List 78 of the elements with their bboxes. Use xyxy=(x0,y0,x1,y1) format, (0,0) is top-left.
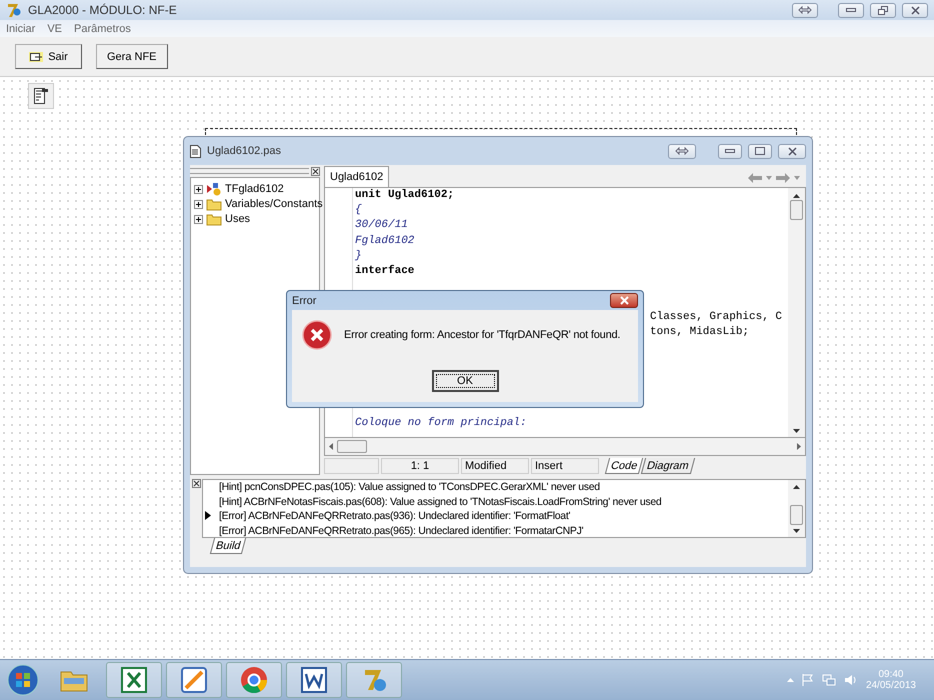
error-message: Error creating form: Ancestor for 'TfqrDANFeQR' not found. xyxy=(344,329,620,341)
pointer-icon xyxy=(205,511,211,520)
form-component-icon[interactable] xyxy=(28,83,54,109)
menu-item[interactable]: Parâmetros xyxy=(74,22,131,34)
close-icon xyxy=(620,296,628,305)
close-icon[interactable] xyxy=(311,166,320,176)
error-icon xyxy=(302,320,332,350)
horizontal-scrollbar[interactable] xyxy=(324,438,806,456)
close-button[interactable] xyxy=(778,144,806,158)
toggle-button[interactable] xyxy=(792,2,818,18)
folder-icon xyxy=(206,198,222,210)
expand-icon[interactable] xyxy=(194,214,203,224)
message-line[interactable]: [Error] ACBrNFeDANFeQRRetrato.pas(936): Undeclared identifier: 'FormatFloat' xyxy=(219,510,570,522)
ok-button[interactable]: OK xyxy=(432,370,498,392)
class-icon xyxy=(206,182,222,196)
message-line[interactable]: [Hint] ACBrNFeNotasFiscais.pas(608): Value assigned to 'TNotasFiscais.LoadFromString' never used xyxy=(219,496,662,508)
close-button[interactable] xyxy=(610,293,638,308)
restore-button[interactable] xyxy=(870,2,896,18)
door-exit-icon xyxy=(29,52,44,62)
scroll-thumb[interactable] xyxy=(790,200,803,220)
double-arrow-icon xyxy=(798,6,812,14)
app-logo-icon xyxy=(6,2,22,18)
expand-icon[interactable] xyxy=(194,184,203,194)
scroll-left-icon[interactable] xyxy=(329,443,333,450)
status-panel xyxy=(324,458,379,474)
modified-status: Modified xyxy=(461,458,529,474)
scroll-thumb[interactable] xyxy=(790,505,803,525)
restore-icon xyxy=(878,6,888,14)
scroll-thumb[interactable] xyxy=(337,440,367,453)
vertical-scrollbar[interactable] xyxy=(788,480,805,537)
maximize-icon xyxy=(755,147,765,155)
taskbar-button[interactable] xyxy=(106,662,162,698)
menu-item[interactable]: VE xyxy=(47,22,62,34)
view-tab[interactable]: Diagram xyxy=(641,458,696,474)
minimize-icon xyxy=(725,149,735,153)
scroll-up-icon[interactable] xyxy=(793,485,800,489)
message-line[interactable]: [Error] ACBrNFeDANFeQRRetrato.pas(965): Undeclared identifier: 'FormatarCNPJ' xyxy=(219,524,584,537)
menu-item[interactable]: Iniciar xyxy=(6,22,36,34)
scroll-right-icon[interactable] xyxy=(797,443,801,450)
folder-icon xyxy=(206,212,222,226)
tree-item[interactable]: Uses xyxy=(225,213,250,225)
browser-icon xyxy=(240,666,268,694)
view-tab[interactable]: Code xyxy=(604,458,644,474)
tree-item[interactable]: Variables/Constants xyxy=(225,198,323,210)
taskbar-button[interactable] xyxy=(226,662,282,698)
document-icon xyxy=(190,144,201,158)
tree-item[interactable]: TFglad6102 xyxy=(225,183,284,195)
dialog-title: Error xyxy=(292,294,316,306)
minimize-icon xyxy=(846,8,856,12)
cursor-position: 1: 1 xyxy=(381,458,459,474)
close-icon xyxy=(910,6,920,14)
minimize-button[interactable] xyxy=(718,144,742,158)
window-title: GLA2000 - MÓDULO: NF-E xyxy=(28,3,178,17)
vertical-scrollbar[interactable] xyxy=(788,188,805,437)
generate-button[interactable]: Gera NFE xyxy=(96,44,168,69)
maximize-button[interactable] xyxy=(748,144,772,158)
exit-button[interactable]: Sair xyxy=(15,44,82,69)
scroll-down-icon[interactable] xyxy=(793,429,800,433)
editor-title: Uglad6102.pas xyxy=(207,145,282,157)
toggle-button[interactable] xyxy=(668,144,696,158)
scroll-up-icon[interactable] xyxy=(793,194,800,198)
document-icon xyxy=(301,667,327,693)
file-tab[interactable]: Uglad6102 xyxy=(324,166,390,187)
taskbar-button[interactable] xyxy=(286,662,342,698)
double-arrow-icon xyxy=(675,147,689,155)
message-line[interactable]: [Hint] pcnConsDPEC.pas(105): Value assigned to 'TConsDPEC.GerarXML' never used xyxy=(219,481,600,494)
close-icon xyxy=(788,146,796,156)
minimize-button[interactable] xyxy=(838,2,864,18)
insert-mode: Insert xyxy=(531,458,599,474)
windows-logo-icon xyxy=(7,664,39,696)
close-button[interactable] xyxy=(902,2,928,18)
pen-icon xyxy=(181,667,207,693)
spreadsheet-icon xyxy=(121,667,147,693)
scroll-down-icon[interactable] xyxy=(793,529,800,533)
build-tab[interactable]: Build xyxy=(210,538,247,554)
close-icon[interactable] xyxy=(192,479,200,488)
taskbar-button[interactable] xyxy=(166,662,222,698)
expand-icon[interactable] xyxy=(194,200,203,208)
